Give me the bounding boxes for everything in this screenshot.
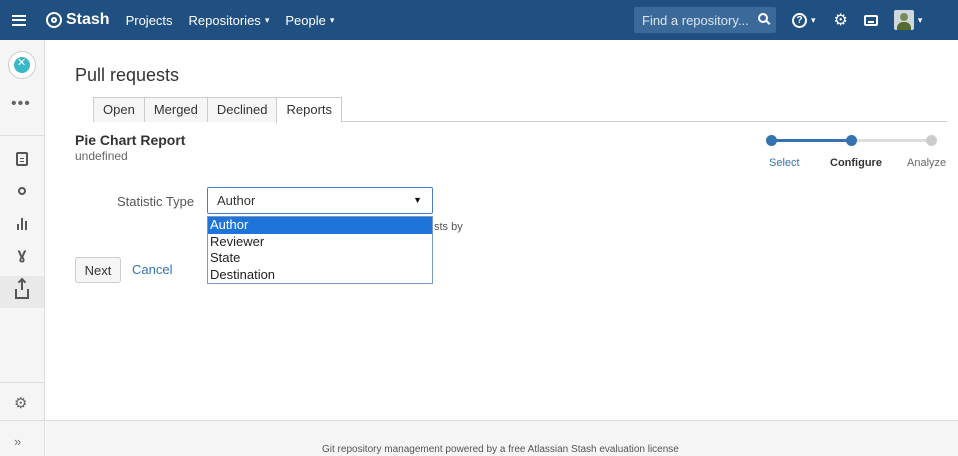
stash-logo-icon <box>46 12 62 28</box>
gear-icon[interactable]: ⚙ <box>834 10 848 30</box>
tab-open[interactable]: Open <box>93 97 145 122</box>
report-title: Pie Chart Report <box>75 132 186 148</box>
sidebar-item-pull-requests[interactable] <box>0 276 44 308</box>
expand-sidebar-icon[interactable]: » <box>14 434 21 449</box>
tracker-line-pending <box>850 139 930 142</box>
select-value: Author <box>217 193 256 208</box>
tracker-label-select: Select <box>769 157 800 169</box>
tracker-line-complete <box>772 139 850 142</box>
pull-request-icon <box>15 279 29 299</box>
document-icon <box>16 152 28 166</box>
help-icon[interactable]: ? <box>792 12 807 28</box>
header-actions: ? ▾ ⚙ ▾ <box>792 0 922 40</box>
statistic-type-label: Statistic Type <box>117 194 195 209</box>
gear-icon[interactable]: ⚙ <box>14 394 27 412</box>
option-reviewer[interactable]: Reviewer <box>208 234 432 251</box>
report-subtitle: undefined <box>75 149 128 163</box>
cancel-link[interactable]: Cancel <box>132 262 172 277</box>
chevron-down-icon: ▾ <box>329 14 335 25</box>
sidebar: ••• ɣ ⚙ » <box>0 40 45 456</box>
option-destination[interactable]: Destination <box>208 267 432 284</box>
nav-people-label: People <box>285 12 326 28</box>
nav-projects[interactable]: Projects <box>126 13 173 28</box>
nav-projects-label: Projects <box>125 12 173 28</box>
search-icon[interactable] <box>758 13 768 23</box>
sidebar-item-branches[interactable]: ɣ <box>11 244 33 266</box>
tab-declined[interactable]: Declined <box>206 97 278 122</box>
tracker-step-dot <box>846 135 857 146</box>
tracker-step-dot <box>926 135 937 146</box>
sidebar-divider <box>0 135 45 136</box>
brand-name: Stash <box>66 11 110 28</box>
pull-request-tabs: Open Merged Declined Reports <box>93 97 947 123</box>
statistic-type-options: Author Reviewer State Destination <box>207 216 433 284</box>
search-input[interactable] <box>642 12 752 28</box>
next-button[interactable]: Next <box>75 257 121 283</box>
commit-icon <box>18 182 26 200</box>
field-help-text: sts by <box>434 221 463 233</box>
project-avatar[interactable] <box>8 51 36 79</box>
nav-repositories[interactable]: Repositories ▾ <box>189 13 270 28</box>
nav-people[interactable]: People ▾ <box>285 13 334 28</box>
option-author[interactable]: Author <box>208 217 432 234</box>
project-logo-icon <box>14 56 30 73</box>
tracker-step-dot <box>766 135 777 146</box>
more-actions-icon[interactable]: ••• <box>11 95 31 113</box>
main-content: Pull requests Open Merged Declined Repor… <box>46 40 958 420</box>
statistic-type-select[interactable]: Author ▼ <box>207 187 433 214</box>
dropdown-arrow-icon: ▼ <box>413 195 422 205</box>
tab-merged[interactable]: Merged <box>143 97 208 122</box>
hamburger-menu-icon <box>12 14 26 26</box>
chevron-down-icon: ▾ <box>264 14 270 25</box>
footer-license-text: Git repository management powered by a f… <box>322 444 679 455</box>
progress-tracker: Select Configure Analyze <box>766 132 958 172</box>
tracker-label-analyze: Analyze <box>907 157 947 169</box>
page-title: Pull requests <box>75 65 180 85</box>
user-avatar[interactable] <box>893 10 914 30</box>
option-state[interactable]: State <box>208 250 432 267</box>
tab-reports[interactable]: Reports <box>276 97 343 123</box>
nav-repositories-label: Repositories <box>188 12 261 28</box>
footer: Git repository management powered by a f… <box>46 420 958 456</box>
branch-icon: ɣ <box>17 246 27 263</box>
sidebar-item-reports[interactable] <box>11 212 33 234</box>
menu-toggle-button[interactable] <box>4 0 34 40</box>
sidebar-item-source[interactable] <box>11 148 33 170</box>
sidebar-divider <box>0 382 45 383</box>
inbox-icon[interactable] <box>863 14 878 26</box>
top-navigation-bar: Stash Projects Repositories ▾ People ▾ ?… <box>0 0 958 40</box>
sidebar-divider <box>0 420 45 421</box>
chevron-down-icon: ▾ <box>917 14 923 25</box>
chevron-down-icon: ▾ <box>811 14 816 25</box>
sidebar-item-commits[interactable] <box>11 180 33 202</box>
tracker-label-configure: Configure <box>830 157 882 169</box>
stash-logo[interactable]: Stash <box>46 11 110 29</box>
bar-chart-icon <box>17 216 27 230</box>
repository-search[interactable] <box>634 7 776 33</box>
